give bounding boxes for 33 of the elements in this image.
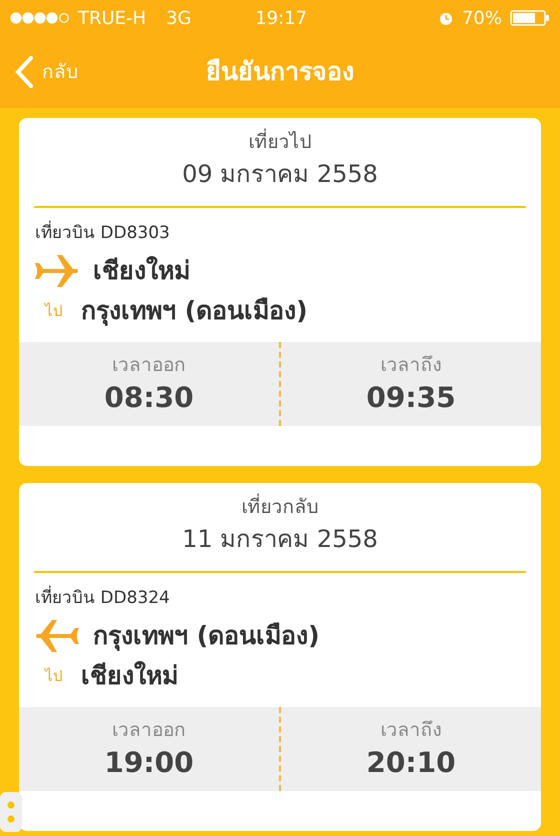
- departure-time: 19:00: [104, 745, 194, 781]
- trip-heading: เที่ยวกลับ: [242, 493, 318, 521]
- signal-icon: [10, 12, 70, 24]
- departure-label: เวลาออก: [112, 353, 186, 378]
- arrival-label: เวลาถึง: [380, 718, 442, 743]
- handle-icon[interactable]: [0, 792, 22, 832]
- carrier-name: TRUE-H: [78, 6, 146, 30]
- back-button[interactable]: กลับ: [0, 55, 78, 89]
- flight-number: เที่ยวบิน DD8303: [35, 220, 525, 246]
- battery-percent: 70%: [462, 6, 502, 30]
- trip-heading: เที่ยวไป: [248, 128, 312, 156]
- to-label: ไป: [45, 666, 63, 686]
- trip-date: 09 มกราคม 2558: [182, 159, 378, 190]
- origin-city: กรุงเทพฯ (ดอนเมือง): [93, 620, 320, 653]
- arrival-time: 09:35: [366, 380, 456, 416]
- network-type: 3G: [166, 6, 192, 30]
- to-label: ไป: [45, 301, 63, 321]
- page-title: ยืนยันการจอง: [206, 56, 354, 88]
- trip-date: 11 มกราคม 2558: [182, 524, 378, 555]
- origin-city: เชียงใหม่: [93, 255, 190, 287]
- chevron-left-icon: [14, 55, 34, 89]
- flight-number: เที่ยวบิน DD8324: [35, 585, 525, 611]
- airplane-icon: [35, 253, 79, 289]
- destination-city: เชียงใหม่: [81, 660, 178, 692]
- alarm-icon: [438, 10, 454, 26]
- battery-icon: [510, 10, 550, 26]
- departure-label: เวลาออก: [112, 718, 186, 743]
- arrival-time: 20:10: [366, 745, 456, 781]
- airplane-icon: [35, 618, 79, 654]
- destination-city: กรุงเทพฯ (ดอนเมือง): [81, 295, 308, 328]
- departure-time: 08:30: [104, 380, 194, 416]
- clock-time: 19:17: [254, 6, 308, 30]
- arrival-label: เวลาถึง: [380, 353, 442, 378]
